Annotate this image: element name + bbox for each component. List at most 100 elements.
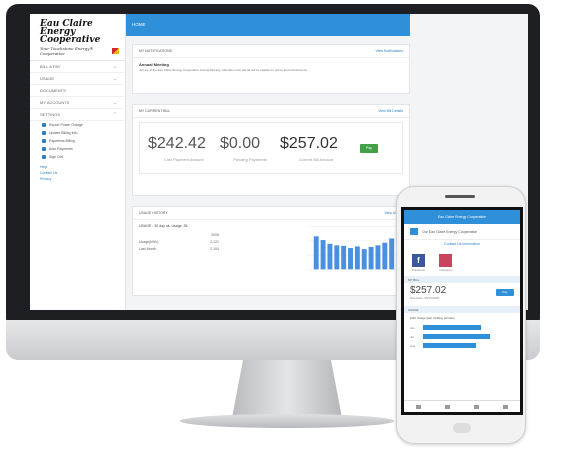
privacy-link[interactable]: Privacy <box>40 177 115 183</box>
usage-meter-label: USAGE - 30 day ok. Usage: 35 <box>139 224 188 228</box>
sidebar-links: Help Contact Us Privacy <box>30 165 125 183</box>
pending-amount-label: Pending Payments <box>233 156 267 162</box>
page-title: HOME <box>126 14 410 36</box>
view-bill-link[interactable]: View Bill Details <box>378 109 403 113</box>
paperless-icon <box>42 139 46 143</box>
logo[interactable]: Eau Claire Energy Cooperative Your Touch… <box>30 14 125 61</box>
usage-bar <box>320 240 326 270</box>
mobile-bill-band: MY BILL <box>404 276 520 283</box>
mobile-contact-link[interactable]: Contact Us Information <box>404 240 520 250</box>
usage-row: Usage(kWh) 2,121 <box>139 240 219 244</box>
chevron-up-icon: ⌃ <box>112 111 117 118</box>
outage-icon <box>42 123 46 127</box>
usage-bar <box>348 248 354 270</box>
mobile-due-date: Due Date: 08/15/2020 <box>410 296 440 300</box>
mobile-header: Eau Claire Energy Cooperative <box>404 210 520 224</box>
sidebar: Eau Claire Energy Cooperative Your Touch… <box>30 14 126 310</box>
current-bill-card: MY CURRENT BILL View Bill Details $242.4… <box>132 104 410 196</box>
usage-row: Last Month 2,104 <box>139 247 219 251</box>
settings-sub-item[interactable]: Update Billing Info <box>30 129 125 137</box>
card-header: USAGE HISTORY View Usage <box>133 207 409 220</box>
monitor-stand <box>232 360 342 418</box>
autopay-icon <box>42 147 46 151</box>
more-icon[interactable] <box>503 404 508 409</box>
menu-icon[interactable] <box>410 228 418 235</box>
previous-amount: $242.42 <box>148 134 206 152</box>
settings-sub-item[interactable]: Report Power Outage <box>30 121 125 129</box>
smartphone: Eau Claire Energy Cooperative Our Eau Cl… <box>396 186 526 444</box>
mobile-usage-bar: Jun <box>404 323 520 332</box>
settings-sub-item[interactable]: Paperless Billing <box>30 137 125 145</box>
pay-button[interactable]: Pay <box>360 143 378 153</box>
usage-bar <box>423 325 481 330</box>
logo-tagline: Your Touchstone Energy® Cooperative <box>40 46 119 56</box>
mobile-usage-band: USAGE <box>404 306 520 313</box>
home-icon[interactable] <box>416 404 421 409</box>
usage-icon[interactable] <box>474 404 479 409</box>
settings-sub-item[interactable]: Auto Payments <box>30 145 125 153</box>
usage-history-card: USAGE HISTORY View Usage USAGE - 30 day … <box>132 206 410 296</box>
current-amount-label: Current Bill Amount <box>298 156 334 162</box>
logo-title-line1: Eau Claire Energy <box>40 19 93 37</box>
hero-image: Eau Claire Energy Cooperative Your Touch… <box>0 0 562 452</box>
usage-bar <box>389 238 395 270</box>
sidebar-item-usage[interactable]: USAGE ⌄ <box>30 73 125 85</box>
bill-summary: $242.42 Last Payment Amount $0.00 Pendin… <box>139 122 403 174</box>
usage-row: 2006 <box>211 233 219 237</box>
social-links: f Facebook Instagram <box>404 250 520 276</box>
notification-text: Join us at the Eau Claire Energy Coopera… <box>139 68 308 72</box>
logo-title-line2: Cooperative <box>40 35 101 45</box>
previous-amount-label: Last Payment Amount <box>164 156 204 162</box>
current-amount: $257.02 <box>280 134 338 152</box>
mobile-usage-bar: Jul <box>404 332 520 341</box>
usage-table: USAGE - 30 day ok. Usage: 35 2006 Usage(… <box>139 224 294 274</box>
instagram-link[interactable]: Instagram <box>439 254 453 272</box>
sidebar-item-my-accounts[interactable]: MY ACCOUNTS ⌄ <box>30 97 125 109</box>
previous-amount-block: $242.42 Last Payment Amount <box>148 135 220 162</box>
usage-body: USAGE - 30 day ok. Usage: 35 2006 Usage(… <box>133 220 409 278</box>
settings-sub-item[interactable]: Sign Out <box>30 153 125 161</box>
bill-icon[interactable] <box>445 404 450 409</box>
mobile-usage-caption: kWh Usage (last 3 billing periods) <box>410 316 455 320</box>
sign-out-icon <box>42 155 46 159</box>
usage-bar <box>382 242 388 270</box>
view-notifications-link[interactable]: View Notifications <box>375 49 403 53</box>
pending-amount-block: $0.00 Pending Payments <box>220 135 280 162</box>
facebook-icon: f <box>412 254 425 267</box>
chevron-down-icon: ⌄ <box>112 99 117 106</box>
usage-bar <box>327 243 333 270</box>
usage-bar <box>361 249 367 270</box>
notifications-card: MY NOTIFICATIONS View Notifications Annu… <box>132 44 410 94</box>
sidebar-item-bill-pay[interactable]: BILL & PAY ⌄ <box>30 61 125 73</box>
usage-bar <box>423 334 491 339</box>
usage-bar <box>341 245 347 270</box>
usage-bar <box>334 245 340 270</box>
pending-amount: $0.00 <box>220 134 261 152</box>
usage-bar-chart <box>306 226 403 270</box>
notification-title: Annual Meeting <box>139 62 169 67</box>
mobile-screen: Eau Claire Energy Cooperative Our Eau Cl… <box>401 207 523 415</box>
instagram-icon <box>439 254 453 267</box>
current-amount-block: $257.02 Current Bill Amount <box>280 135 352 162</box>
usage-bar <box>375 245 381 270</box>
sidebar-item-settings[interactable]: SETTINGS ⌃ <box>30 109 125 121</box>
usage-bar <box>354 246 360 270</box>
sidebar-item-documents[interactable]: DOCUMENTS <box>30 85 125 97</box>
usage-bar <box>423 343 476 348</box>
chevron-down-icon: ⌄ <box>112 75 117 82</box>
usage-bar <box>313 236 319 270</box>
mobile-pay-button[interactable]: Pay <box>496 289 514 296</box>
phone-home-button[interactable] <box>453 423 471 433</box>
chevron-down-icon: ⌄ <box>112 63 117 70</box>
usage-bar <box>368 246 374 270</box>
mobile-usage-bar: Aug <box>404 341 520 350</box>
facebook-link[interactable]: f Facebook <box>412 254 425 272</box>
phone-speaker <box>445 195 475 198</box>
mobile-menu-row[interactable]: Our Eau Claire Energy Cooperative <box>404 224 520 240</box>
card-header: MY CURRENT BILL View Bill Details <box>133 105 409 118</box>
mobile-bill-block: $257.02 Pay Due Date: 08/15/2020 <box>404 283 520 300</box>
card-header: MY NOTIFICATIONS View Notifications <box>133 45 409 58</box>
monitor-stand-base <box>180 414 394 428</box>
mobile-tab-bar <box>404 400 520 412</box>
touchstone-logo-icon <box>111 48 119 54</box>
